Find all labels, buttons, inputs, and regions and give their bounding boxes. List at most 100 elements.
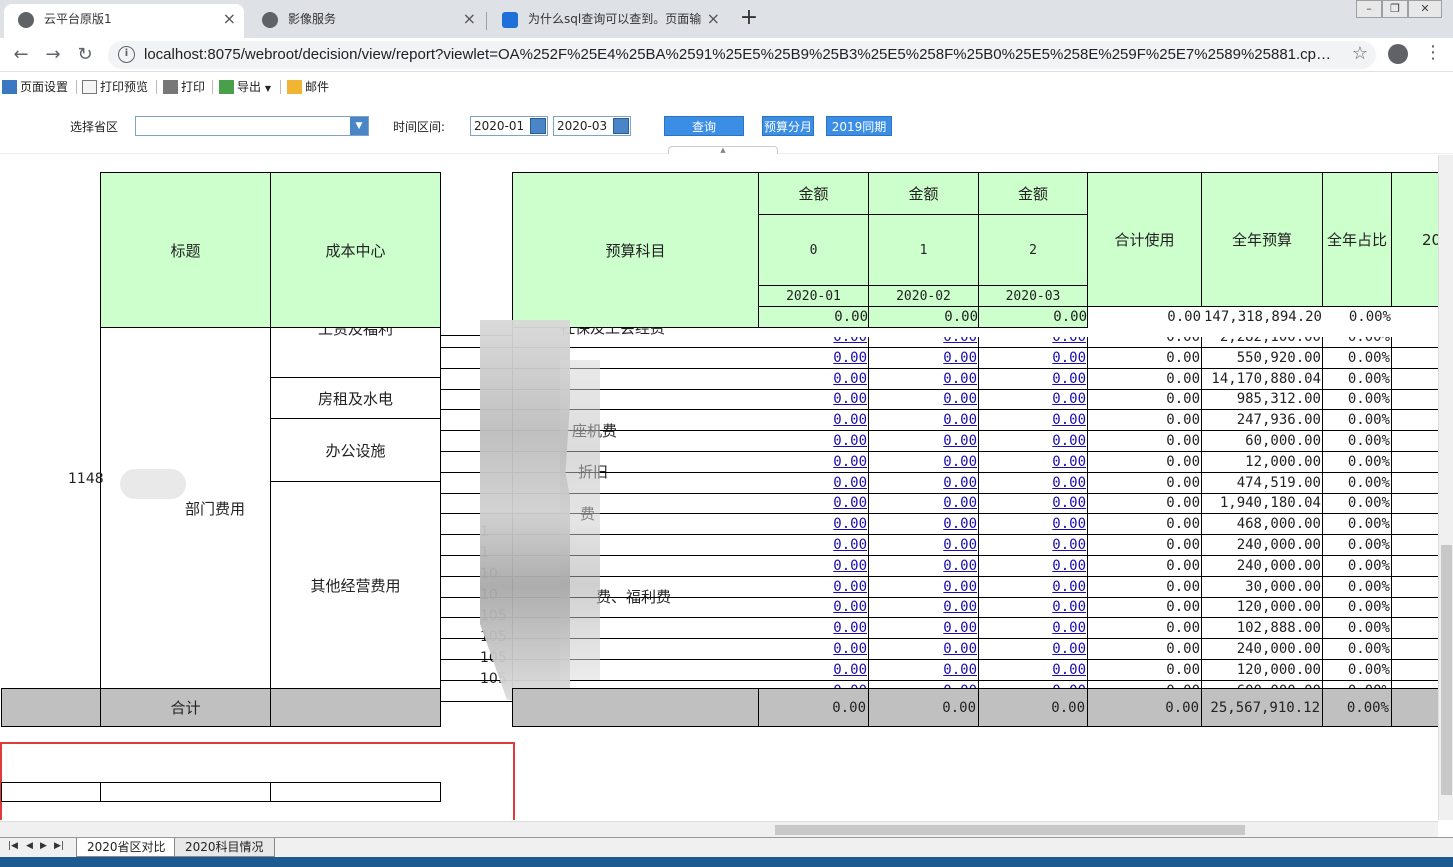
- cell-m2[interactable]: 0.00: [868, 410, 979, 431]
- sheet-tab-subject[interactable]: 2020科目情况: [174, 838, 275, 857]
- cell-m1[interactable]: 0.00: [758, 618, 869, 639]
- cell-m1[interactable]: 0.00: [758, 597, 869, 618]
- chevron-down-icon[interactable]: ▼: [350, 117, 368, 135]
- cell-m3[interactable]: 0.00: [978, 348, 1088, 369]
- cell-m3[interactable]: 0.00: [978, 410, 1088, 431]
- tab-yunpingtai[interactable]: 云平台原版1 ×: [4, 4, 244, 38]
- cell-m1[interactable]: 0.00: [758, 577, 869, 598]
- cell-m2[interactable]: 0.00: [868, 577, 979, 598]
- close-window-icon[interactable]: ✕: [1408, 0, 1442, 18]
- url-text[interactable]: localhost:8075/webroot/decision/view/rep…: [144, 41, 1334, 69]
- scroll-thumb[interactable]: [1441, 545, 1452, 795]
- sheet-tab-province[interactable]: 2020省区对比: [76, 838, 177, 857]
- cell-m3[interactable]: 0.00: [978, 639, 1088, 660]
- cell-m2[interactable]: 0.00: [868, 535, 979, 556]
- cell-m2[interactable]: 0.00: [868, 597, 979, 618]
- cell-used: 0.00: [1087, 639, 1202, 660]
- print-button[interactable]: 打印: [163, 79, 205, 95]
- cell-m2[interactable]: 0.00: [868, 337, 979, 348]
- cell-m3[interactable]: 0.00: [978, 369, 1088, 390]
- cell-m1[interactable]: 0.00: [758, 337, 869, 348]
- cell-next-col: [1391, 431, 1438, 452]
- cell-m1[interactable]: 0.00: [758, 369, 869, 390]
- cell-m2[interactable]: 0.00: [868, 369, 979, 390]
- cell-m3[interactable]: 0.00: [978, 535, 1088, 556]
- calendar-icon[interactable]: [613, 118, 629, 134]
- info-icon[interactable]: i: [118, 46, 135, 63]
- prev-sheet-icon[interactable]: ◀: [26, 841, 33, 851]
- cell-m3[interactable]: 0.00: [978, 618, 1088, 639]
- calendar-icon[interactable]: [530, 118, 546, 134]
- cell-m2[interactable]: 0.00: [868, 660, 979, 681]
- cell-m2[interactable]: 0.00: [868, 556, 979, 577]
- vertical-scrollbar[interactable]: [1438, 155, 1453, 820]
- cell-m3[interactable]: 0.00: [978, 514, 1088, 535]
- print-preview-icon: [82, 80, 97, 94]
- date-to-field[interactable]: 2020-03: [553, 116, 631, 136]
- first-sheet-icon[interactable]: |◀: [8, 841, 18, 851]
- address-bar[interactable]: i localhost:8075/webroot/decision/view/r…: [108, 41, 1376, 69]
- next-sheet-icon[interactable]: ▶: [40, 841, 47, 851]
- cell-m2[interactable]: 0.00: [868, 452, 979, 473]
- cell-m2[interactable]: 0.00: [868, 431, 979, 452]
- cell-m1[interactable]: 0.00: [758, 535, 869, 556]
- forward-icon[interactable]: →: [40, 42, 66, 68]
- cell-m1[interactable]: 0.00: [758, 493, 869, 514]
- export-icon: [219, 80, 234, 94]
- date-from-field[interactable]: 2020-01: [470, 116, 548, 136]
- cell-m2[interactable]: 0.00: [868, 389, 979, 410]
- cell-m3[interactable]: 0.00: [978, 577, 1088, 598]
- cell-m2[interactable]: 0.00: [868, 618, 979, 639]
- toolbar-divider: [76, 80, 77, 94]
- cell-m2[interactable]: 0.00: [868, 493, 979, 514]
- restore-icon[interactable]: ❐: [1382, 0, 1408, 18]
- cell-m2[interactable]: 0.00: [868, 514, 979, 535]
- budget-split-button[interactable]: 预算分月: [762, 116, 814, 136]
- tab-image-service[interactable]: 影像服务 ×: [248, 4, 484, 38]
- profile-avatar-icon[interactable]: [1388, 44, 1408, 64]
- minimize-icon[interactable]: –: [1356, 0, 1382, 18]
- cell-m1[interactable]: 0.00: [758, 660, 869, 681]
- cell-m2[interactable]: 0.00: [868, 473, 979, 494]
- cell-m1[interactable]: 0.00: [758, 556, 869, 577]
- tab-sql-question[interactable]: 为什么sql查询可以查到。页面输 ×: [488, 4, 728, 38]
- page-setup-button[interactable]: 页面设置: [2, 79, 68, 95]
- new-tab-button[interactable]: +: [736, 6, 762, 32]
- cell-m3[interactable]: 0.00: [978, 389, 1088, 410]
- last-sheet-icon[interactable]: ▶|: [54, 841, 64, 851]
- cell-m1[interactable]: 0.00: [758, 473, 869, 494]
- cell-m1[interactable]: 0.00: [758, 410, 869, 431]
- cell-m1[interactable]: 0.00: [758, 431, 869, 452]
- cell-m1[interactable]: 0.00: [758, 514, 869, 535]
- cell-m1[interactable]: 0.00: [758, 389, 869, 410]
- cell-m3[interactable]: 0.00: [978, 452, 1088, 473]
- cell-m3[interactable]: 0.00: [978, 556, 1088, 577]
- bookmark-star-icon[interactable]: ☆: [1352, 43, 1368, 64]
- more-menu-icon[interactable]: ⋮: [1424, 42, 1442, 63]
- horizontal-scrollbar[interactable]: [0, 821, 1438, 837]
- province-select[interactable]: ▼: [135, 116, 369, 136]
- cell-m3[interactable]: 0.00: [978, 493, 1088, 514]
- cell-m1[interactable]: 0.00: [758, 639, 869, 660]
- cell-m2[interactable]: 0.00: [868, 348, 979, 369]
- cell-m3[interactable]: 0.00: [978, 473, 1088, 494]
- print-preview-button[interactable]: 打印预览: [82, 79, 148, 95]
- cell-m3[interactable]: 0.00: [978, 597, 1088, 618]
- close-icon[interactable]: ×: [463, 4, 476, 34]
- close-icon[interactable]: ×: [707, 4, 720, 34]
- cell-m3[interactable]: 0.00: [978, 431, 1088, 452]
- same-period-button[interactable]: 2019同期: [826, 116, 892, 136]
- close-icon[interactable]: ×: [223, 4, 236, 34]
- back-icon[interactable]: ←: [8, 42, 34, 68]
- email-button[interactable]: 邮件: [287, 79, 329, 95]
- cell-m1[interactable]: 0.00: [758, 348, 869, 369]
- cell-m3[interactable]: 0.00: [978, 660, 1088, 681]
- reload-icon[interactable]: ↻: [72, 42, 98, 68]
- cell-m2[interactable]: 0.00: [868, 639, 979, 660]
- scroll-thumb[interactable]: [775, 825, 1245, 835]
- export-button[interactable]: 导出 ▼: [219, 79, 271, 95]
- collapse-pane-handle[interactable]: ▲: [668, 146, 778, 154]
- cell-m1[interactable]: 0.00: [758, 452, 869, 473]
- query-button[interactable]: 查询: [664, 116, 744, 136]
- cell-m3[interactable]: 0.00: [978, 337, 1088, 348]
